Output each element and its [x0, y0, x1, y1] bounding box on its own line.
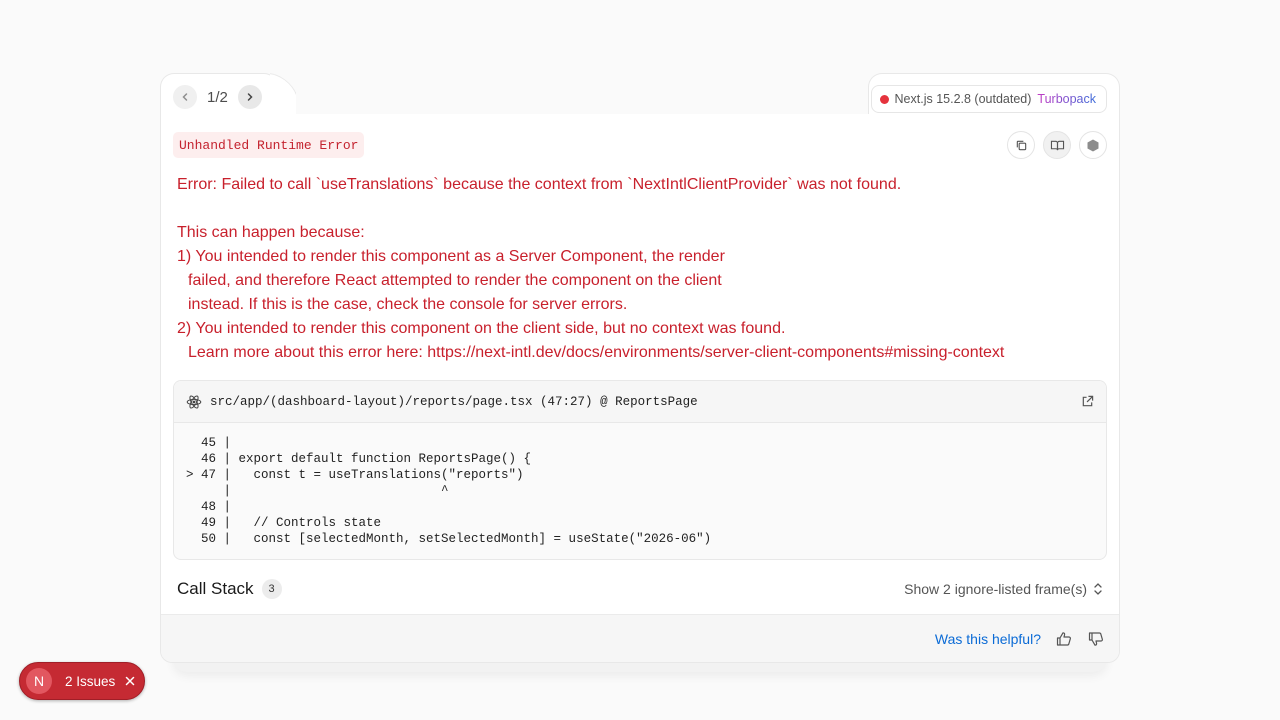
code-line-caret: | ^	[186, 484, 449, 498]
code-snippet: 45 | 46 | export default function Report…	[174, 423, 1106, 559]
pager-tab: 1/2	[160, 73, 278, 116]
call-stack-title: Call Stack	[177, 579, 254, 598]
next-error-button[interactable]	[237, 85, 262, 109]
code-line-highlighted: > 47 | const t = useTranslations("report…	[186, 468, 524, 482]
copy-error-button[interactable]	[1007, 131, 1035, 159]
error-reason-1-cont: failed, and therefore React attempted to…	[188, 272, 722, 289]
show-ignored-frames-button[interactable]: Show 2 ignore-listed frame(s)	[904, 581, 1103, 597]
issues-count-label: 2 Issues	[65, 673, 116, 689]
open-in-editor-icon[interactable]	[1081, 395, 1094, 408]
helpful-prompt: Was this helpful?	[934, 631, 1041, 647]
thumbs-up-icon	[1056, 632, 1071, 646]
book-icon	[1050, 140, 1064, 150]
copy-icon	[1016, 140, 1026, 150]
framework-version: Next.js 15.2.8 (outdated)	[894, 92, 1032, 106]
feedback-footer: Was this helpful?	[161, 614, 1119, 662]
chevron-right-icon	[247, 93, 253, 101]
code-frame-file: src/app/(dashboard-layout)/reports/page.…	[210, 394, 698, 409]
issues-indicator[interactable]: N 2 Issues	[19, 662, 145, 700]
code-line: 46 | export default function ReportsPage…	[186, 452, 532, 466]
docs-button[interactable]	[1043, 131, 1071, 159]
bundler-label: Turbopack	[1037, 92, 1096, 106]
error-learn-more: Learn more about this error here: https:…	[188, 344, 1005, 361]
nextjs-logo: N	[26, 668, 52, 694]
tab-curve	[270, 73, 296, 115]
error-reason-2: 2) You intended to render this component…	[177, 320, 786, 337]
chevron-left-icon	[182, 93, 188, 101]
code-line: 49 | // Controls state	[186, 516, 382, 530]
call-stack-header: Call Stack 3 Show 2 ignore-listed frame(…	[177, 572, 1103, 606]
error-reason-1-cont: instead. If this is the case, check the …	[188, 296, 628, 313]
thumbs-up-button[interactable]	[1055, 630, 1073, 648]
error-card: Unhandled Runtime Error Error: Failed to…	[160, 114, 1120, 663]
code-line: 48 |	[186, 500, 232, 514]
chevron-up-down-icon	[1094, 583, 1102, 595]
call-stack-count: 3	[261, 579, 282, 599]
inspect-node-button[interactable]	[1079, 131, 1107, 159]
code-frame: src/app/(dashboard-layout)/reports/page.…	[173, 380, 1107, 560]
error-reason-intro: This can happen because:	[177, 224, 365, 241]
error-reason-1: 1) You intended to render this component…	[177, 248, 725, 265]
error-type-badge: Unhandled Runtime Error	[173, 132, 365, 158]
close-icon[interactable]	[124, 675, 136, 687]
node-icon	[1087, 139, 1099, 151]
version-tab: Next.js 15.2.8 (outdated) Turbopack	[868, 73, 1120, 116]
show-ignored-frames-label: Show 2 ignore-listed frame(s)	[904, 581, 1087, 597]
version-badge[interactable]: Next.js 15.2.8 (outdated) Turbopack	[870, 85, 1107, 113]
previous-error-button[interactable]	[173, 85, 197, 109]
error-pager: 1/2	[173, 85, 262, 109]
thumbs-down-button[interactable]	[1087, 630, 1105, 648]
error-toolbar	[1007, 131, 1107, 159]
error-overlay-dialog: 1/2 Next.js 15.2.8 (outdated) Turbopack …	[160, 73, 1120, 663]
error-headline: Error: Failed to call `useTranslations` …	[177, 176, 902, 193]
outdated-status-dot	[879, 94, 889, 104]
code-line: 45 |	[186, 436, 232, 450]
code-frame-header: src/app/(dashboard-layout)/reports/page.…	[174, 381, 1106, 423]
thumbs-down-icon	[1088, 632, 1103, 646]
react-icon	[186, 394, 202, 409]
error-message: Error: Failed to call `useTranslations` …	[177, 173, 1097, 365]
pager-count: 1/2	[207, 88, 228, 106]
code-line: 50 | const [selectedMonth, setSelectedMo…	[186, 532, 712, 546]
